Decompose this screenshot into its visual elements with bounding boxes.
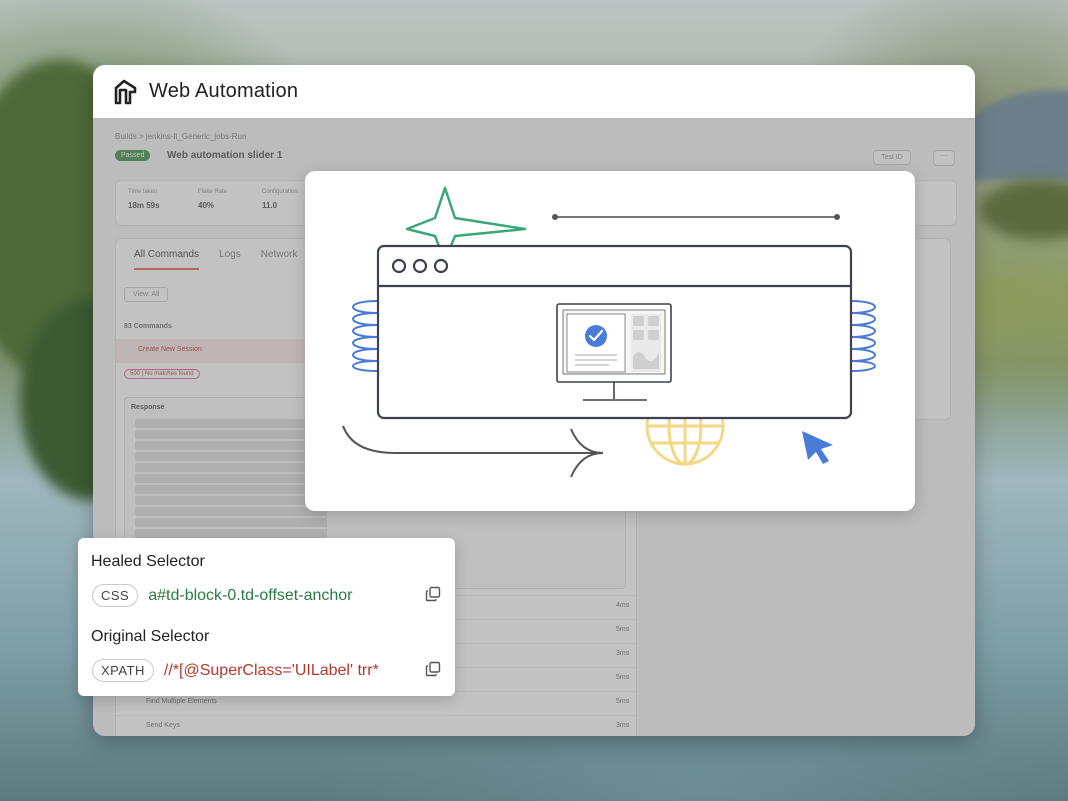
spring-left <box>352 300 378 372</box>
original-selector-value[interactable]: //*[@SuperClass='UILabel' trr* <box>164 662 379 680</box>
app-title: Web Automation <box>149 80 299 102</box>
healed-selector-heading: Healed Selector <box>91 553 205 570</box>
background-trees <box>980 180 1068 240</box>
cursor-arrow-icon <box>802 431 833 464</box>
title-bar: Web Automation <box>93 65 975 119</box>
healed-selector-row: CSS a#td-block-0.td-offset-anchor <box>92 584 353 607</box>
lambdatest-logo-icon <box>114 79 137 104</box>
copy-icon[interactable] <box>425 586 441 602</box>
background-hill <box>960 90 1068 180</box>
xpath-badge: XPATH <box>92 659 154 682</box>
copy-icon[interactable] <box>425 661 441 677</box>
original-selector-row: XPATH //*[@SuperClass='UILabel' trr* <box>92 659 379 682</box>
css-badge: CSS <box>92 584 139 607</box>
healed-selector-value[interactable]: a#td-block-0.td-offset-anchor <box>148 587 352 605</box>
selector-popover: Healed Selector CSS a#td-block-0.td-offs… <box>78 538 455 696</box>
spring-right <box>850 300 876 372</box>
original-selector-heading: Original Selector <box>91 628 210 645</box>
illustration-card <box>305 171 915 511</box>
browser-illustration <box>342 186 876 478</box>
curved-arrow-icon <box>342 425 603 454</box>
